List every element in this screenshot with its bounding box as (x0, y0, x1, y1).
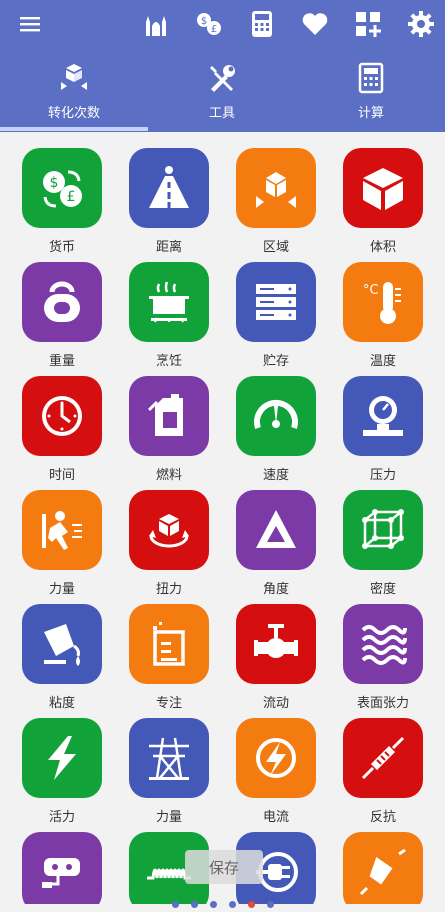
conversion-grid: $ £ 货币 距离 区域 体积 重量 烹饪 贮存 °C 温度 时间 燃料 速度 压力 力量 扭力 角度 密度 粘度 专注… (0, 134, 445, 904)
calculator-icon (355, 62, 387, 94)
thermometer-icon: °C (343, 262, 423, 342)
conversion-item[interactable]: 重量 (9, 248, 115, 369)
currency-exchange-icon[interactable]: $ £ (193, 8, 225, 40)
tab-indicator (0, 127, 148, 131)
conversion-item[interactable]: 力量 (116, 704, 222, 825)
tab-calculate[interactable]: 计算 (297, 52, 445, 132)
add-widget-icon[interactable] (352, 8, 384, 40)
conversion-item[interactable]: 流动 (223, 590, 329, 711)
lattice-cube-icon (343, 490, 423, 570)
conversion-item[interactable]: 压力 (330, 362, 436, 483)
page-dot[interactable] (228, 901, 236, 908)
clock-icon (22, 376, 102, 456)
conversion-item[interactable]: 距离 (116, 134, 222, 255)
fuel-can-icon (129, 376, 209, 456)
page-dot[interactable] (171, 901, 179, 908)
tab-label: 转化次数 (47, 106, 100, 121)
valve-icon (236, 604, 316, 684)
page-dot[interactable] (209, 901, 217, 908)
conversion-item[interactable]: 扭力 (116, 476, 222, 597)
tab-label: 计算 (357, 106, 384, 121)
conversion-item[interactable]: 力量 (9, 476, 115, 597)
page-indicator (0, 898, 445, 912)
electric-current-icon (236, 718, 316, 798)
heart-icon[interactable] (299, 8, 331, 40)
page-dot[interactable] (247, 901, 255, 908)
conversion-item[interactable]: °C 温度 (330, 248, 436, 369)
tab-tools[interactable]: 工具 (148, 52, 296, 132)
conversion-item[interactable]: 电流 (223, 704, 329, 825)
conversion-item[interactable]: 速度 (223, 362, 329, 483)
gear-icon[interactable] (405, 8, 437, 40)
kettlebell-icon (22, 262, 102, 342)
svg-text:$: $ (50, 175, 59, 191)
conversion-item[interactable]: 区域 (223, 134, 329, 255)
svg-text:£: £ (67, 189, 76, 205)
conversion-item[interactable]: 专注 (116, 590, 222, 711)
svg-text:°C: °C (363, 283, 379, 298)
conversion-item[interactable]: $ £ 货币 (9, 134, 115, 255)
conversion-item[interactable]: 体积 (330, 134, 436, 255)
torque-icon (129, 490, 209, 570)
tab-conversions[interactable]: 转化次数 (0, 52, 148, 132)
runner-icon (22, 490, 102, 570)
mosque-icon[interactable] (140, 8, 172, 40)
pour-bucket-icon (22, 604, 102, 684)
conversion-item[interactable] (330, 818, 436, 904)
svg-text:£: £ (211, 24, 217, 35)
conversion-item[interactable]: 贮存 (223, 248, 329, 369)
app-bar: $ £ (0, 0, 445, 52)
area-icon (236, 148, 316, 228)
road-icon (129, 148, 209, 228)
tools-icon (206, 62, 238, 94)
storage-icon (236, 262, 316, 342)
waves-icon (343, 604, 423, 684)
triangle-icon (236, 490, 316, 570)
conversion-item[interactable] (9, 818, 115, 904)
conversion-item[interactable]: 烹饪 (116, 248, 222, 369)
lightning-icon (22, 718, 102, 798)
cooking-pot-icon (129, 262, 209, 342)
conversion-item[interactable]: 粘度 (9, 590, 115, 711)
convert-icon (58, 62, 90, 94)
conversion-item[interactable]: 活力 (9, 704, 115, 825)
currency-icon: $ £ (22, 148, 102, 228)
tab-bar: 转化次数 工具 计算 (0, 52, 445, 132)
resistor-icon (343, 718, 423, 798)
tab-label: 工具 (208, 106, 235, 121)
menu-icon[interactable] (14, 8, 46, 40)
power-tower-icon (129, 718, 209, 798)
speedometer-icon (236, 376, 316, 456)
beaker-icon (129, 604, 209, 684)
conversion-item[interactable]: 表面张力 (330, 590, 436, 711)
conversion-item[interactable]: 燃料 (116, 362, 222, 483)
page-dot[interactable] (190, 901, 198, 908)
svg-text:$: $ (201, 16, 207, 27)
capacitor-icon (343, 832, 423, 904)
cube-icon (343, 148, 423, 228)
calculator-device-icon[interactable] (246, 8, 278, 40)
page-dot[interactable] (266, 901, 274, 908)
conversion-item[interactable]: 反抗 (330, 704, 436, 825)
pressure-gauge-icon (343, 376, 423, 456)
conversion-item[interactable]: 时间 (9, 362, 115, 483)
conversion-item[interactable]: 密度 (330, 476, 436, 597)
conversion-item[interactable]: 角度 (223, 476, 329, 597)
power-strip-icon (22, 832, 102, 904)
save-button[interactable]: 保存 (185, 850, 263, 884)
